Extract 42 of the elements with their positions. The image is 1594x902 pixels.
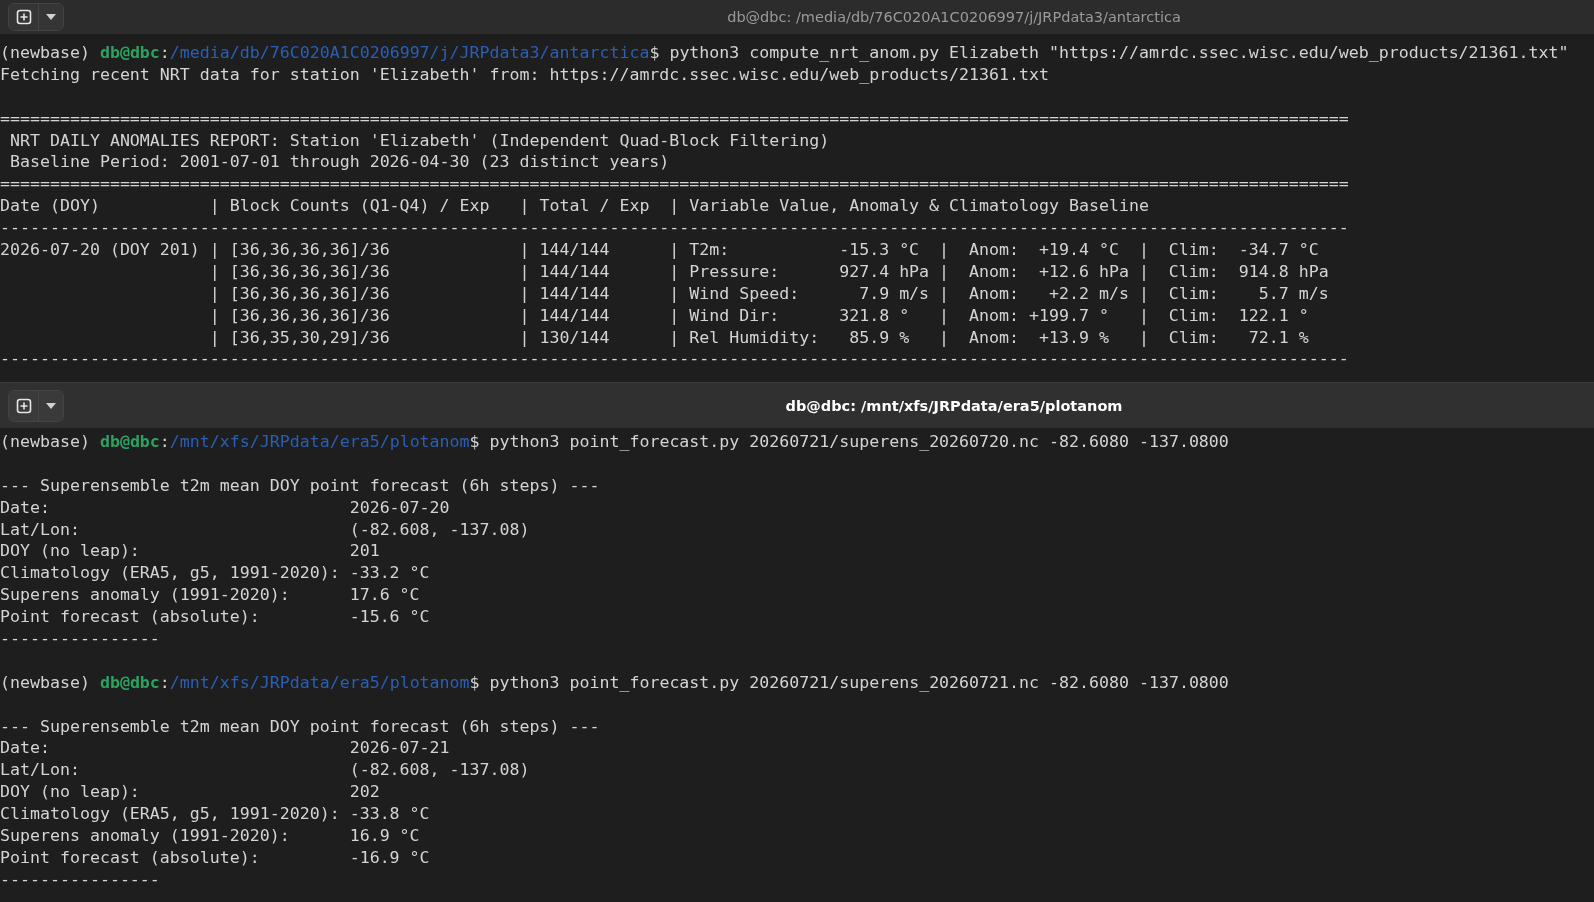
caret-icon [46,402,56,409]
output-line: Climatology (ERA5, g5, 1991-2020): -33.2 °C [0,563,430,583]
plus-square-icon [15,397,32,414]
output-line: | [36,36,36,36]/36 | 144/144 | Wind Speed: 7.9 m/s | Anom: +2.2 m/s | Clim: 5.7 m/s [208,283,1329,303]
output-line: Baseline Period: 2001-07-01 through 2026-04-30 (23 distinct years) [9,152,670,172]
command-line: (newbase) db@dbc:/mnt/xfs/JRPdata/era5/plotanom$ python3 point_forecast.py 20260721/superens_20260720.nc -82.6080 -137.0800 [0,432,1229,451]
output-line: Lat/Lon: (-82.608, -137.08) [0,760,530,780]
output-line: Date: 2026-07-21 [0,738,450,758]
plus-square-icon [15,9,32,25]
window-title: db@dbc: /mnt/xfs/JRPdata/era5/plotanom [785,397,1123,414]
output-line: Climatology (ERA5, g5, 1991-2020): -33.8 °C [0,804,430,824]
window-title: db@dbc: /media/db/76C020A1C0206997/j/JRPdata3/antarctica [727,9,1181,25]
output-line: | [36,36,36,36]/36 | 144/144 | Wind Dir: 321.8 ° | Anom: +199.7 ° | Clim: 122.1 ° [208,305,1309,325]
separator-line: ---------------- [0,629,160,648]
separator-line: ======================================================================================================================================= [0,174,1349,194]
output-line: --- Superensemble t2m mean DOY point forecast (6h steps) --- [0,475,600,495]
caret-icon [46,14,56,20]
dropdown-button[interactable] [39,4,63,30]
separator-line: --------------------------------------------------------------------------------------------------------------------------------------- [0,218,1349,238]
output-line: Date (DOY) | Block Counts (Q1-Q4) / Exp | Total / Exp | Variable Value, Anomaly & Climatology Baseline [0,196,1149,216]
output-line: | [36,35,30,29]/36 | 130/144 | Rel Humidity: 85.9 % | Anom: +13.9 % | Clim: 72.1 % [208,327,1309,347]
output-line: NRT DAILY ANOMALIES REPORT: Station 'Elizabeth' (Independent Quad-Block Filtering) [9,130,830,150]
separator-line: ======================================================================================================================================= [0,108,1349,128]
new-tab-button[interactable] [9,390,39,421]
output-line: --- Superensemble t2m mean DOY point forecast (6h steps) --- [0,716,600,736]
output-line: Point forecast (absolute): -16.9 °C [0,847,430,867]
output-line: 2026-07-20 (DOY 201) | [36,36,36,36]/36 | 144/144 | T2m: -15.3 °C | Anom: +19.4 °C | Clim: -34.7 °C [0,240,1319,259]
output-line: Superens anomaly (1991-2020): 17.6 °C [0,585,420,605]
output-line: Fetching recent NRT data for station 'Elizabeth' from: https://amrdc.ssec.wisc.edu/web_products/21361.txt [0,64,1049,84]
separator-line: --------------------------------------------------------------------------------------------------------------------------------------- [0,349,1349,369]
output-line: Superens anomaly (1991-2020): 16.9 °C [0,826,420,846]
output-line: Date: 2026-07-20 [0,497,450,517]
dropdown-button[interactable] [39,390,63,421]
command-line: (newbase) db@dbc:/mnt/xfs/JRPdata/era5/plotanom$ python3 point_forecast.py 20260721/superens_20260721.nc -82.6080 -137.0800 [0,672,1229,692]
separator-line: ---------------- [0,869,160,889]
new-tab-button[interactable] [9,4,39,30]
output-line: DOY (no leap): 201 [0,541,380,561]
output-line: Lat/Lon: (-82.608, -137.08) [0,519,530,539]
output-line: DOY (no leap): 202 [0,782,380,802]
output-line: | [36,36,36,36]/36 | 144/144 | Pressure: 927.4 hPa | Anom: +12.6 hPa | Clim: 914.8 hPa [208,261,1329,281]
command-line: (newbase) db@dbc:/media/db/76C020A1C0206997/j/JRPdata3/antarctica$ python3 compute_nrt_anom.py Elizabeth "https://amrdc.ssec.wisc.edu/web_products/21361.txt" [0,43,1569,62]
output-line: Point forecast (absolute): -15.6 °C [0,607,430,627]
